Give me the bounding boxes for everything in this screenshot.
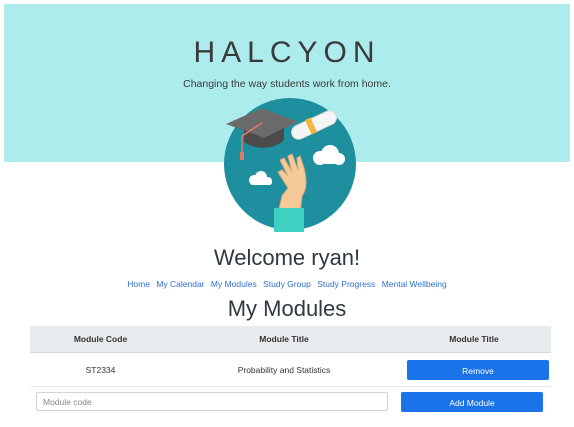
welcome-heading: Welcome ryan! (213, 245, 361, 270)
column-header-module-code: Module Code (73, 334, 128, 344)
nav-link-mental-wellbeing[interactable]: Mental Wellbeing (382, 279, 447, 289)
module-code-input[interactable] (36, 392, 388, 411)
nav-link-my-modules[interactable]: My Modules (211, 279, 257, 289)
nav-link-study-group[interactable]: Study Group (263, 279, 311, 289)
brand-title: HALCYON (193, 36, 381, 69)
graduation-logo (224, 98, 356, 232)
action-cell: Remove (397, 359, 551, 380)
table-header: Module Code Module Title Module Title (30, 326, 551, 353)
modules-table: Module Code Module Title Module Title ST… (30, 326, 551, 387)
module-code-cell: ST2334 (85, 364, 116, 375)
nav-link-study-progress[interactable]: Study Progress (317, 279, 375, 289)
nav-bar: Home My Calendar My Modules Study Group … (0, 279, 574, 289)
page: HALCYON Changing the way students work f… (0, 0, 574, 427)
table-row: ST2334 Probability and Statistics Remove (30, 353, 551, 387)
column-header-action: Module Title (449, 334, 499, 344)
nav-link-home[interactable]: Home (127, 279, 150, 289)
add-module-button[interactable]: Add Module (401, 392, 543, 412)
column-header-module-title: Module Title (259, 334, 309, 344)
module-title-cell: Probability and Statistics (237, 364, 331, 375)
section-title: My Modules (227, 296, 347, 321)
brand-tagline: Changing the way students work from home… (183, 78, 391, 90)
remove-button[interactable]: Remove (407, 359, 549, 380)
nav-link-my-calendar[interactable]: My Calendar (156, 279, 204, 289)
